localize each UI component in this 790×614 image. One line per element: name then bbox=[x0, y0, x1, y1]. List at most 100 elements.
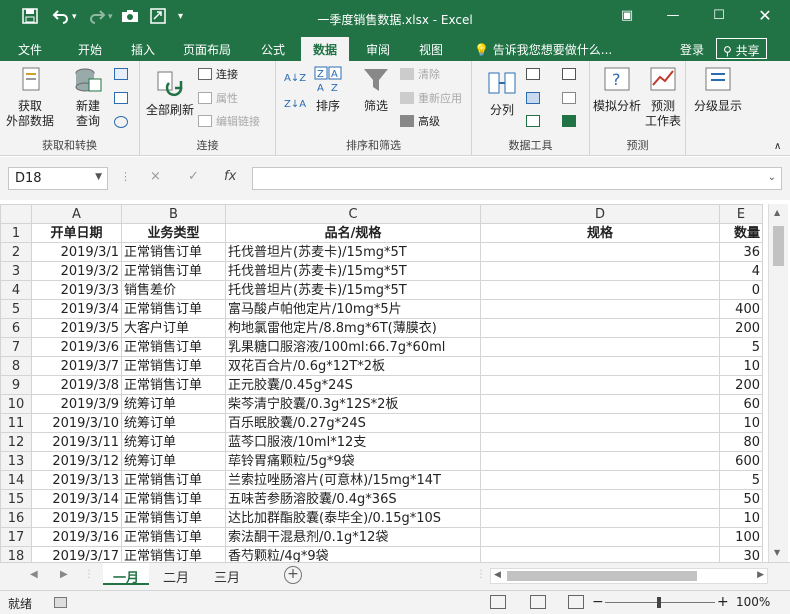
cell[interactable] bbox=[480, 299, 720, 319]
cell[interactable]: 索法酮干混悬剂/0.1g*12袋 bbox=[225, 527, 481, 547]
recent-sources-icon[interactable] bbox=[114, 115, 132, 131]
outline-button[interactable]: 分级显示 bbox=[690, 65, 746, 114]
cell[interactable]: 荜铃胃痛颗粒/5g*9袋 bbox=[225, 451, 481, 471]
cell[interactable]: 2019/3/17 bbox=[31, 546, 122, 562]
cell[interactable]: 托伐普坦片(苏麦卡)/15mg*5T bbox=[225, 261, 481, 281]
cell[interactable] bbox=[480, 337, 720, 357]
expand-formula-bar-icon[interactable]: ⌄ bbox=[768, 172, 776, 183]
cell[interactable] bbox=[480, 470, 720, 490]
cell[interactable]: 正常销售订单 bbox=[121, 261, 226, 281]
cell[interactable]: 统筹订单 bbox=[121, 451, 226, 471]
cell[interactable]: 2019/3/16 bbox=[31, 527, 122, 547]
cell[interactable]: 正常销售订单 bbox=[121, 242, 226, 262]
cell[interactable] bbox=[480, 242, 720, 262]
next-sheet-icon[interactable]: ▶ bbox=[60, 569, 68, 580]
cell[interactable]: 五味苦参肠溶胶囊/0.4g*36S bbox=[225, 489, 481, 509]
row-header[interactable]: 4 bbox=[0, 280, 32, 300]
cell[interactable]: 2019/3/11 bbox=[31, 432, 122, 452]
row-header[interactable]: 14 bbox=[0, 470, 32, 490]
zoom-knob[interactable] bbox=[657, 597, 661, 608]
cell[interactable]: 5 bbox=[719, 337, 763, 357]
cell[interactable]: 双花百合片/0.6g*12T*2板 bbox=[225, 356, 481, 376]
zoom-out-icon[interactable]: − bbox=[592, 594, 604, 610]
relationships-icon[interactable] bbox=[562, 91, 580, 107]
page-layout-view-icon[interactable] bbox=[530, 595, 546, 609]
cell[interactable]: 正常销售订单 bbox=[121, 508, 226, 528]
cell[interactable]: 2019/3/6 bbox=[31, 337, 122, 357]
connections-button[interactable]: 连接 bbox=[198, 67, 238, 83]
sort-button[interactable]: ZAAZ 排序 bbox=[308, 65, 348, 114]
row-header[interactable]: 11 bbox=[0, 413, 32, 433]
sort-z-to-a-icon[interactable]: Z↓A bbox=[284, 97, 306, 113]
cell[interactable]: 数量 bbox=[719, 223, 763, 243]
cell[interactable]: 5 bbox=[719, 470, 763, 490]
row-header[interactable]: 16 bbox=[0, 508, 32, 528]
properties-button[interactable]: 属性 bbox=[198, 91, 238, 107]
cell[interactable]: 开单日期 bbox=[31, 223, 122, 243]
cell[interactable]: 规格 bbox=[480, 223, 720, 243]
cell[interactable]: 正常销售订单 bbox=[121, 489, 226, 509]
cell[interactable] bbox=[480, 413, 720, 433]
zoom-in-icon[interactable]: + bbox=[717, 594, 729, 610]
cell[interactable]: 2019/3/7 bbox=[31, 356, 122, 376]
cancel-icon[interactable]: × bbox=[150, 169, 161, 184]
cell[interactable]: 200 bbox=[719, 318, 763, 338]
scroll-left-icon[interactable]: ◀ bbox=[494, 570, 501, 580]
cell[interactable]: 10 bbox=[719, 413, 763, 433]
chevron-down-icon[interactable]: ▼ bbox=[95, 172, 102, 182]
cell[interactable] bbox=[480, 356, 720, 376]
cell[interactable]: 达比加群酯胶囊(泰毕全)/0.15g*10S bbox=[225, 508, 481, 528]
formula-input[interactable]: ⌄ bbox=[252, 167, 782, 190]
cell[interactable]: 2019/3/10 bbox=[31, 413, 122, 433]
cell[interactable]: 50 bbox=[719, 489, 763, 509]
sheet-tab-march[interactable]: 三月 bbox=[204, 563, 250, 586]
undo-icon[interactable] bbox=[52, 8, 70, 28]
get-external-data-button[interactable]: 获取 外部数据 bbox=[4, 65, 56, 129]
cell[interactable]: 0 bbox=[719, 280, 763, 300]
sheet-tab-february[interactable]: 二月 bbox=[153, 563, 199, 586]
cell[interactable]: 兰索拉唑肠溶片(可意林)/15mg*14T bbox=[225, 470, 481, 490]
cell[interactable]: 2019/3/15 bbox=[31, 508, 122, 528]
row-header[interactable]: 13 bbox=[0, 451, 32, 471]
cell[interactable] bbox=[480, 451, 720, 471]
close-icon[interactable]: ✕ bbox=[750, 6, 780, 25]
cell[interactable]: 60 bbox=[719, 394, 763, 414]
clear-filter-button[interactable]: 清除 bbox=[400, 67, 440, 83]
tab-review[interactable]: 审阅 bbox=[366, 41, 390, 58]
cell[interactable]: 香芍颗粒/4g*9袋 bbox=[225, 546, 481, 562]
redo-dropdown-icon[interactable]: ▾ bbox=[108, 8, 113, 26]
row-header[interactable]: 15 bbox=[0, 489, 32, 509]
cell[interactable]: 2019/3/4 bbox=[31, 299, 122, 319]
cell[interactable]: 10 bbox=[719, 356, 763, 376]
cell[interactable]: 80 bbox=[719, 432, 763, 452]
insert-function-icon[interactable]: fx bbox=[224, 169, 236, 184]
cell[interactable] bbox=[480, 318, 720, 338]
row-header[interactable]: 18 bbox=[0, 546, 32, 562]
cell[interactable] bbox=[480, 489, 720, 509]
cell[interactable] bbox=[480, 432, 720, 452]
row-header[interactable]: 6 bbox=[0, 318, 32, 338]
manage-data-model-icon[interactable] bbox=[562, 114, 580, 130]
ribbon-display-options-icon[interactable]: ▣ bbox=[612, 8, 642, 23]
filter-button[interactable]: 筛选 bbox=[356, 65, 396, 114]
flash-fill-icon[interactable] bbox=[526, 67, 544, 83]
new-sheet-icon[interactable]: + bbox=[284, 566, 302, 584]
column-header[interactable]: E bbox=[719, 204, 763, 224]
cell[interactable]: 正常销售订单 bbox=[121, 375, 226, 395]
advanced-filter-button[interactable]: 高级 bbox=[400, 114, 440, 130]
cell[interactable]: 正常销售订单 bbox=[121, 527, 226, 547]
maximize-icon[interactable]: ☐ bbox=[704, 8, 734, 23]
reapply-button[interactable]: 重新应用 bbox=[400, 91, 462, 107]
cell[interactable]: 品名/规格 bbox=[225, 223, 481, 243]
cell[interactable]: 乳果糖口服溶液/100ml:66.7g*60ml bbox=[225, 337, 481, 357]
cell[interactable]: 枸地氯雷他定片/8.8mg*6T(薄膜衣) bbox=[225, 318, 481, 338]
cell[interactable]: 正元胶囊/0.45g*24S bbox=[225, 375, 481, 395]
cell[interactable]: 大客户订单 bbox=[121, 318, 226, 338]
customize-icon[interactable] bbox=[150, 8, 166, 28]
row-header[interactable]: 12 bbox=[0, 432, 32, 452]
cell[interactable]: 正常销售订单 bbox=[121, 546, 226, 562]
consolidate-icon[interactable] bbox=[562, 67, 580, 83]
row-header[interactable]: 2 bbox=[0, 242, 32, 262]
scroll-up-icon[interactable]: ▲ bbox=[774, 208, 780, 217]
sheet-tab-january[interactable]: 一月 bbox=[103, 563, 150, 586]
